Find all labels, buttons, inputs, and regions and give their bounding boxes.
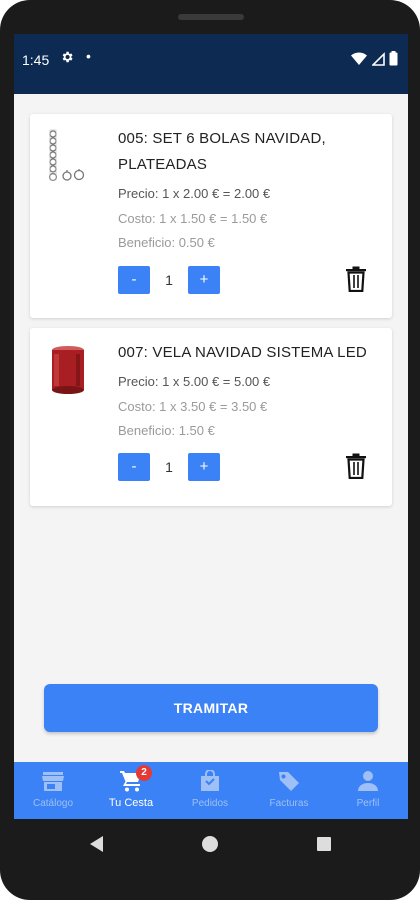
checkout-button[interactable]: TRAMITAR <box>44 684 378 732</box>
cart-item-card: 005: SET 6 BOLAS NAVIDAD, PLATEADAS Prec… <box>30 114 392 318</box>
cost-line: Costo: 1 x 1.50 € = 1.50 € <box>118 211 268 226</box>
store-icon <box>42 772 64 791</box>
app-screen: 1:45 • 005: SET 6 BOLAS NAVIDAD, PLATEAD… <box>14 34 408 819</box>
notification-dot-icon: • <box>86 48 91 64</box>
trash-icon[interactable] <box>345 453 367 479</box>
back-icon[interactable] <box>88 835 104 853</box>
nav-item-facturas[interactable]: Facturas <box>250 762 328 819</box>
cost-line: Costo: 1 x 3.50 € = 3.50 € <box>118 399 268 414</box>
signal-icon <box>370 52 385 66</box>
cart-list: 005: SET 6 BOLAS NAVIDAD, PLATEADAS Prec… <box>14 94 408 759</box>
gear-icon <box>60 50 74 68</box>
status-bar: 1:45 • <box>14 34 408 94</box>
nav-label: Pedidos <box>191 798 229 809</box>
bag-icon <box>201 770 219 791</box>
home-icon[interactable] <box>201 835 219 853</box>
nav-label: Tu Cesta <box>108 797 154 809</box>
nav-item-catalogo[interactable]: Catálogo <box>14 762 92 819</box>
status-time: 1:45 <box>22 52 50 68</box>
status-icons <box>351 51 398 71</box>
price-line: Precio: 1 x 5.00 € = 5.00 € <box>118 374 271 389</box>
ornament-balls-image <box>48 129 85 182</box>
profit-line: Beneficio: 0.50 € <box>118 235 215 250</box>
recents-icon[interactable] <box>316 836 332 852</box>
nav-label: Perfil <box>356 798 380 809</box>
person-icon <box>358 771 378 791</box>
profit-line: Beneficio: 1.50 € <box>118 423 215 438</box>
tag-icon <box>279 772 299 791</box>
increase-quantity-button[interactable]: + <box>188 266 220 294</box>
quantity-value: 1 <box>165 459 173 475</box>
phone-frame: 1:45 • 005: SET 6 BOLAS NAVIDAD, PLATEAD… <box>0 0 420 900</box>
red-candle-image <box>52 346 84 394</box>
nav-item-pedidos[interactable]: Pedidos <box>171 762 249 819</box>
nav-label: Facturas <box>269 798 309 809</box>
system-nav-bar <box>0 819 420 869</box>
price-line: Precio: 1 x 2.00 € = 2.00 € <box>118 186 271 201</box>
increase-quantity-button[interactable]: + <box>188 453 220 481</box>
nav-label: Catálogo <box>32 798 74 809</box>
cart-count-badge: 2 <box>136 765 152 781</box>
nav-item-perfil[interactable]: Perfil <box>329 762 407 819</box>
wifi-icon <box>351 52 368 65</box>
product-title: 005: SET 6 BOLAS NAVIDAD, PLATEADAS <box>118 130 326 173</box>
decrease-quantity-button[interactable]: - <box>118 453 150 481</box>
quantity-value: 1 <box>165 272 173 288</box>
nav-item-tu-cesta[interactable]: 2 Tu Cesta <box>92 762 170 819</box>
product-title: 007: VELA NAVIDAD SISTEMA LED <box>118 344 367 361</box>
trash-icon[interactable] <box>345 266 367 292</box>
bottom-nav: Catálogo 2 Tu Cesta Pedidos Facturas Per… <box>14 762 408 819</box>
decrease-quantity-button[interactable]: - <box>118 266 150 294</box>
battery-icon <box>389 51 398 66</box>
cart-item-card: 007: VELA NAVIDAD SISTEMA LED Precio: 1 … <box>30 328 392 506</box>
